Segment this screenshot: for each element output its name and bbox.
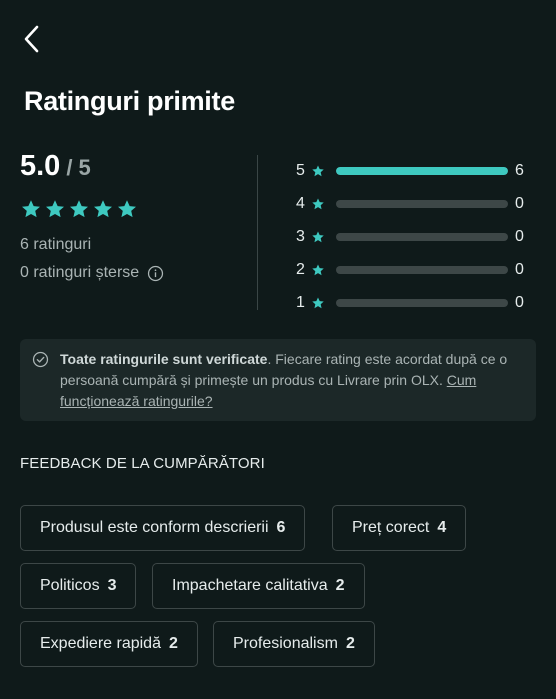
chip-count: 4 [437,519,447,536]
distribution-row-5: 5 6 [296,154,536,187]
distribution-bar [336,265,508,274]
distribution-bar [336,199,508,208]
star-icon [312,296,324,308]
feedback-chip[interactable]: Politicos 3 [20,563,137,609]
page-title: Ratinguri primite [24,86,235,116]
star-icon [312,164,324,176]
star-icon [312,230,324,242]
feedback-heading: FEEDBACK DE LA CUMPĂRĂTORI [20,455,265,472]
info-icon[interactable] [147,265,164,282]
star-icon [312,263,324,275]
divider [257,155,258,310]
row-stars-label: 1 [296,293,305,311]
deleted-ratings-label: 0 ratinguri șterse [20,264,140,281]
star-icon [46,200,64,218]
rating-score: 5.0/ 5 [20,150,91,183]
chip-count: 2 [335,577,345,594]
star-icon [312,197,324,209]
back-button[interactable] [16,22,46,56]
distribution-row-3: 3 0 [296,220,536,253]
chip-label: Produsul este conform descrierii [40,519,269,536]
chip-count: 3 [107,577,117,594]
feedback-chip[interactable]: Produsul este conform descrierii 6 [20,505,306,551]
distribution-bar [336,298,508,307]
rating-stars [20,198,138,220]
ratings-count: 6 ratinguri [20,236,92,253]
chip-label: Expediere rapidă [40,635,161,652]
verification-notice: Toate ratingurile sunt verificate. Fieca… [20,339,536,421]
distribution-bar [336,232,508,241]
row-stars-label: 3 [296,227,305,245]
rating-distribution: 5 6 4 0 3 0 2 0 1 0 [296,154,536,319]
star-icon [94,200,112,218]
score-max: / 5 [66,155,91,180]
feedback-chip[interactable]: Preț corect 4 [332,505,467,551]
row-stars-label: 4 [296,194,305,212]
chip-label: Preț corect [352,519,430,536]
chip-label: Profesionalism [233,635,338,652]
notice-bold: Toate ratingurile sunt verificate [60,351,268,367]
row-stars-label: 2 [296,260,305,278]
chip-label: Politicos [40,577,100,594]
chip-count: 2 [168,635,178,652]
row-stars-label: 5 [296,161,305,179]
feedback-chip[interactable]: Impachetare calitativa 2 [152,563,365,609]
score-value: 5.0 [20,150,61,182]
row-count: 0 [515,293,524,311]
row-count: 6 [515,161,524,179]
row-count: 0 [515,227,524,245]
check-circle-icon [32,351,49,368]
distribution-bar [336,166,508,175]
distribution-row-4: 4 0 [296,187,536,220]
star-icon [118,200,136,218]
distribution-row-2: 2 0 [296,253,536,286]
star-icon [22,200,40,218]
deleted-ratings: 0 ratinguri șterse [20,264,164,282]
chip-label: Impachetare calitativa [172,577,328,594]
row-count: 0 [515,260,524,278]
star-icon [70,200,88,218]
feedback-chip[interactable]: Profesionalism 2 [213,621,375,667]
chip-count: 2 [345,635,355,652]
chevron-left-icon [24,25,39,53]
row-count: 0 [515,194,524,212]
feedback-chip[interactable]: Expediere rapidă 2 [20,621,198,667]
distribution-bar-fill [336,166,508,175]
chip-count: 6 [276,519,286,536]
distribution-row-1: 1 0 [296,286,536,319]
